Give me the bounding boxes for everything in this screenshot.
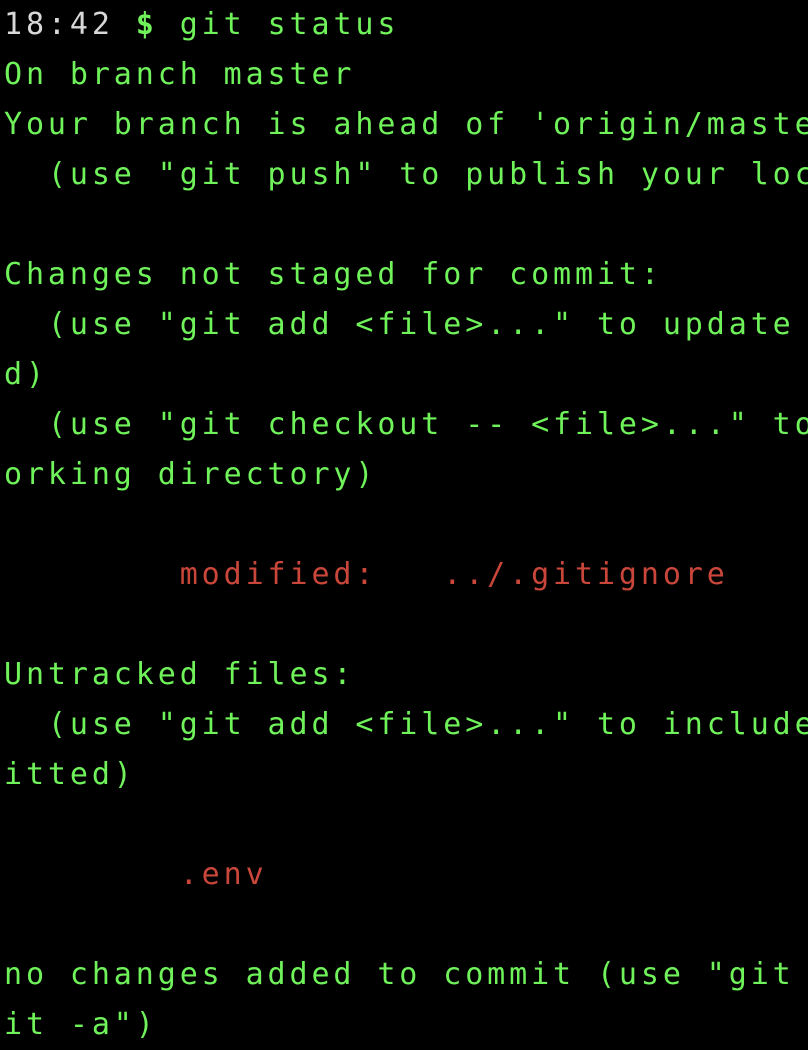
output-ahead-line: Your branch is ahead of 'origin/maste [4,107,808,142]
modified-file-line: modified: ../.gitignore [4,550,808,600]
output-add-include-hint: (use "git add <file>..." to include [4,707,808,742]
terminal-window[interactable]: 18:42 $ git status On branch master Your… [4,0,808,1050]
output-no-changes-line: no changes added to commit (use "git [4,957,808,992]
modified-label: modified: [4,557,444,592]
modified-file-name: ../.gitignore [443,557,729,592]
output-branch-line: On branch master [4,57,356,92]
prompt-time: 18:42 [4,7,114,42]
prompt-command: git status [179,7,400,42]
output-checkout-hint: (use "git checkout -- <file>..." to [4,407,808,442]
output-add-include-hint-wrap: itted) [4,757,136,792]
output-untracked-header: Untracked files: [4,657,356,692]
output-checkout-hint-wrap: orking directory) [4,457,378,492]
output-not-staged-header: Changes not staged for commit: [4,257,663,292]
output-no-changes-wrap: it -a") [4,1007,158,1042]
output-add-hint-wrap: d) [4,357,48,392]
prompt-symbol: $ [135,7,158,42]
output-push-hint: (use "git push" to publish your loc [4,157,808,192]
untracked-file-line: .env [4,857,268,892]
output-add-hint: (use "git add <file>..." to update [4,307,808,342]
prompt-line: 18:42 $ git status [4,0,808,50]
